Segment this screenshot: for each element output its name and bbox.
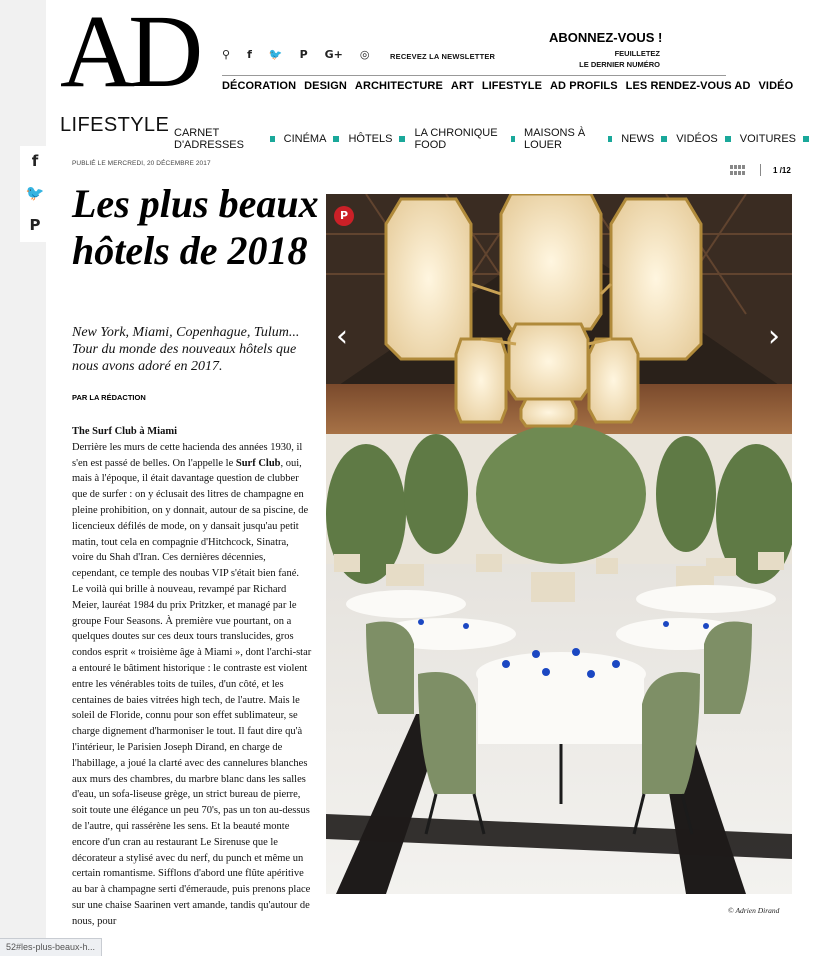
gallery-photo[interactable]: P ‹ › [326, 194, 792, 894]
subnav-item-label: VOITURES [739, 133, 797, 145]
subnav-square-icon [270, 136, 275, 142]
grid-view-icon[interactable] [730, 165, 746, 175]
main-nav-item[interactable]: ARCHITECTURE [355, 80, 443, 92]
section-title[interactable]: LIFESTYLE [60, 114, 169, 137]
subnav-square-icon [661, 136, 668, 142]
pinterest-icon[interactable]: P [30, 216, 41, 234]
next-slide-icon[interactable]: › [768, 322, 780, 352]
subscribe-link[interactable]: ABONNEZ-VOUS ! [549, 30, 662, 45]
photo-credit: © Adrien Dirand [728, 906, 780, 915]
subnav-item[interactable]: VOITURES [740, 133, 818, 145]
publish-date: PUBLIÉ LE MERCREDI, 20 DÉCEMBRE 2017 [72, 160, 211, 167]
section-subnav: CARNET D'ADRESSES CINÉMA HÔTELS LA CHRONIQU… [174, 127, 818, 151]
article-subtitle: New York, Miami, Copenhague, Tulum... To… [72, 325, 300, 374]
magnifier-icon[interactable]: ⚲ [222, 48, 230, 61]
main-nav-item[interactable]: LES RENDEZ-VOUS AD [626, 80, 751, 92]
subnav-item-label: NEWS [621, 133, 655, 145]
subnav-item-label: MAISONS À LOUER [524, 127, 586, 151]
main-nav-item[interactable]: AD PROFILS [550, 80, 618, 92]
gallery-tools: 1 /12 [730, 164, 791, 176]
main-nav-item[interactable]: ART [451, 80, 474, 92]
body-text-rest: , oui, mais à l'époque, il était davanta… [72, 457, 312, 927]
facebook-icon[interactable]: f [32, 152, 39, 170]
ad-logo[interactable]: AD [60, 0, 203, 104]
newsletter-link[interactable]: RECEVEZ LA NEWSLETTER [390, 52, 495, 61]
article-paragraph: Derrière les murs de cette hacienda des … [72, 440, 312, 930]
subnav-item[interactable]: CARNET D'ADRESSES [174, 127, 284, 151]
article-body: The Surf Club à Miami Derrière les murs … [72, 424, 312, 930]
main-nav-item[interactable]: LIFESTYLE [482, 80, 542, 92]
browse-line-1: FEUILLETEZ [614, 49, 660, 58]
subnav-square-icon [724, 136, 731, 142]
google-plus-icon[interactable]: G+ [325, 48, 343, 61]
subnav-item[interactable]: HÔTELS [348, 133, 414, 145]
article-section-heading: The Surf Club à Miami [72, 426, 178, 437]
main-nav-item[interactable]: DÉCORATION [222, 80, 296, 92]
subnav-item-label: LA CHRONIQUE FOOD [414, 127, 498, 151]
subnav-item[interactable]: NEWS [621, 133, 676, 145]
instagram-icon[interactable]: ◎ [360, 48, 370, 61]
subnav-square-icon [607, 136, 613, 142]
subnav-item[interactable]: LA CHRONIQUE FOOD [414, 127, 524, 151]
subnav-square-icon [333, 136, 340, 142]
subnav-item-label: CARNET D'ADRESSES [174, 127, 244, 151]
surf-club-link[interactable]: Surf Club [236, 458, 281, 469]
subnav-item[interactable]: MAISONS À LOUER [524, 127, 621, 151]
subnav-item-label: HÔTELS [348, 133, 393, 145]
restaurant-photo-illustration [326, 194, 792, 894]
main-nav-item[interactable]: VIDÉO [759, 80, 794, 92]
subnav-item-label: VIDÉOS [676, 133, 718, 145]
twitter-icon[interactable]: 🐦 [269, 48, 283, 61]
twitter-icon[interactable]: 🐦 [26, 184, 45, 202]
subnav-item[interactable]: VIDÉOS [676, 133, 740, 145]
facebook-icon[interactable]: f [247, 48, 252, 61]
main-nav: DÉCORATION DESIGN ARCHITECTURE ART LIFESTYLE… [222, 80, 793, 92]
subnav-square-icon [399, 136, 406, 142]
browse-line-2: LE DERNIER NUMÉRO [579, 60, 660, 69]
social-links: ⚲ f 🐦 P G+ ◎ [222, 48, 386, 61]
latest-issue-link[interactable]: FEUILLETEZ LE DERNIER NUMÉRO [560, 48, 660, 70]
pin-image-button[interactable]: P [334, 206, 354, 226]
article-title: Les plus beaux hôtels de 2018 [72, 181, 319, 273]
left-gutter [0, 0, 46, 956]
previous-slide-icon[interactable]: ‹ [336, 322, 348, 352]
main-nav-item[interactable]: DESIGN [304, 80, 347, 92]
header-divider [222, 75, 726, 76]
subnav-item[interactable]: CINÉMA [284, 133, 349, 145]
article-byline: PAR LA RÉDACTION [72, 393, 146, 402]
slide-counter: 1 /12 [773, 165, 791, 175]
gallery-tools-divider [760, 164, 761, 176]
share-float-bar: f 🐦 P [20, 146, 50, 242]
subnav-item-label: CINÉMA [283, 133, 327, 145]
subnav-square-icon [803, 136, 810, 142]
subnav-square-icon [510, 136, 516, 142]
browser-status-url: 52#les-plus-beaux-h... [0, 938, 103, 956]
pinterest-icon[interactable]: P [300, 48, 308, 61]
